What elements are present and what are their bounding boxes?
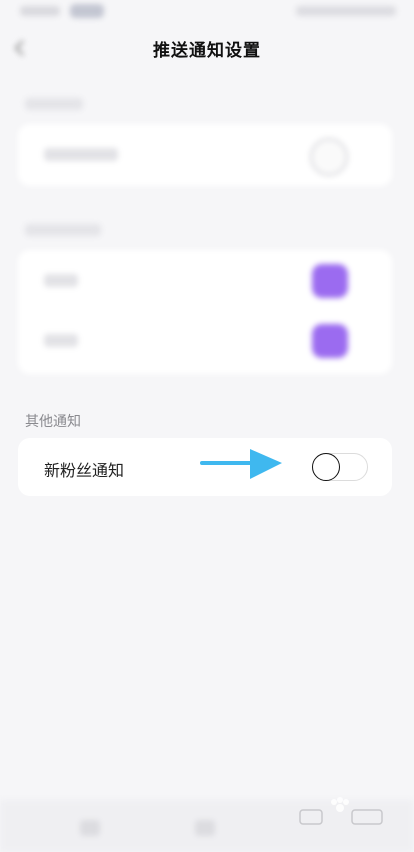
settings-row[interactable] xyxy=(18,310,392,370)
toggle-knob xyxy=(312,453,340,481)
arrow-right-icon xyxy=(200,449,282,479)
settings-card-2 xyxy=(18,250,392,374)
status-indicator xyxy=(70,4,104,18)
row-label xyxy=(44,334,78,347)
section-label-2 xyxy=(25,224,101,236)
nav-home-icon[interactable] xyxy=(195,820,215,836)
watermark-logo xyxy=(299,797,383,825)
row-label xyxy=(44,274,78,287)
header: 推送通知设置 xyxy=(0,30,414,66)
nav-back-icon[interactable] xyxy=(80,820,100,836)
new-fan-notification-toggle[interactable] xyxy=(312,453,368,481)
status-time xyxy=(20,6,60,16)
status-icons xyxy=(296,6,396,16)
new-fan-notification-label: 新粉丝通知 xyxy=(44,461,125,480)
toggle-on-icon[interactable] xyxy=(312,264,348,298)
section-label-other: 其他通知 xyxy=(25,414,81,430)
settings-row[interactable] xyxy=(18,124,392,184)
toggle-off-icon[interactable] xyxy=(310,138,348,176)
page-title: 推送通知设置 xyxy=(153,41,261,61)
toggle-on-icon[interactable] xyxy=(312,324,348,358)
section-label-1 xyxy=(25,98,83,110)
settings-row[interactable] xyxy=(18,250,392,310)
settings-card-1 xyxy=(18,124,392,186)
row-label xyxy=(44,148,118,161)
status-bar xyxy=(0,0,414,30)
